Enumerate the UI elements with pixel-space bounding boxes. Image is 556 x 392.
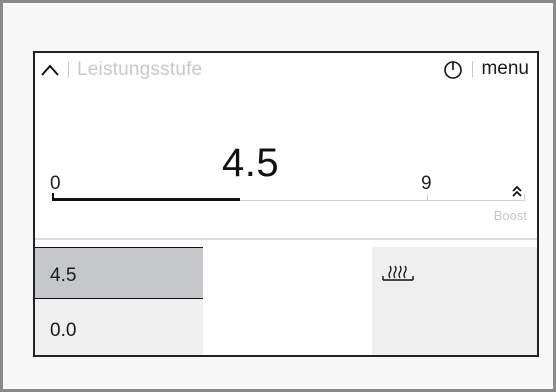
header-right: menu bbox=[442, 58, 529, 80]
header-left: Leistungsstufe bbox=[40, 59, 202, 81]
section-divider bbox=[35, 238, 537, 240]
zone-a-value: 4.5 bbox=[50, 265, 77, 286]
menu-button[interactable]: menu bbox=[481, 58, 529, 80]
double-chevron-up-icon[interactable] bbox=[510, 184, 524, 198]
cooking-zone-right[interactable] bbox=[372, 247, 537, 355]
chevron-up-icon[interactable] bbox=[40, 63, 60, 77]
scale-min-label: 0 bbox=[50, 173, 61, 194]
timer-icon[interactable] bbox=[442, 58, 464, 80]
heating-icon bbox=[382, 265, 414, 281]
header-separator bbox=[472, 61, 474, 77]
slider-start-tick bbox=[52, 193, 54, 201]
header-separator bbox=[68, 62, 69, 78]
boost-label: Boost bbox=[493, 208, 527, 223]
zone-b-value: 0.0 bbox=[50, 320, 77, 341]
page-title: Leistungsstufe bbox=[77, 59, 203, 80]
power-level-value: 4.5 bbox=[222, 141, 280, 185]
cooking-zone-selected[interactable]: 4.5 bbox=[35, 247, 203, 299]
cooking-zone[interactable]: 0.0 bbox=[35, 299, 203, 355]
slider-boost-tick bbox=[524, 194, 525, 201]
slider-max-tick bbox=[427, 194, 428, 201]
cooktop-display: Leistungsstufe menu 4.5 0 9 Boost 4.5 0.… bbox=[33, 51, 539, 357]
power-slider-fill bbox=[52, 198, 240, 201]
scale-max-label: 9 bbox=[421, 173, 432, 194]
